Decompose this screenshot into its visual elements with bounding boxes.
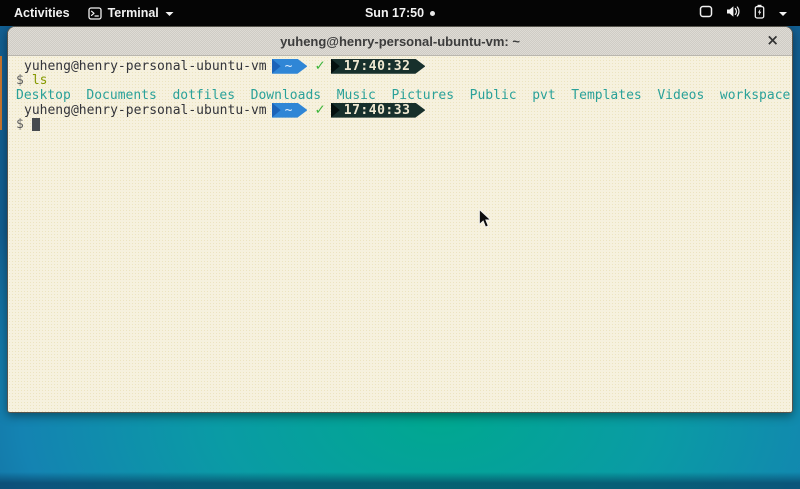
status-ok-check-icon: ✓ <box>314 58 325 74</box>
prompt-cwd-segment: ~ <box>272 59 308 74</box>
window-title: yuheng@henry-personal-ubuntu-vm: ~ <box>280 34 520 49</box>
powerline-chevron-icon <box>331 103 340 118</box>
directory-name: Templates <box>571 88 641 103</box>
directory-name: Music <box>337 88 376 103</box>
prompt-cwd: ~ <box>285 59 295 74</box>
terminal-screen[interactable]: yuheng@henry-personal-ubuntu-vm ~ ✓ 17:40:3… <box>8 56 792 412</box>
app-menu-label: Terminal <box>108 6 159 20</box>
chevron-down-icon <box>778 6 788 20</box>
prompt-dollar: $ <box>16 117 24 132</box>
directory-name: workspace <box>720 88 790 103</box>
terminal-window: yuheng@henry-personal-ubuntu-vm: ~ × yuh… <box>7 26 793 413</box>
prompt-dollar: $ <box>16 73 24 88</box>
app-menu-terminal[interactable]: Terminal <box>88 6 174 20</box>
prompt-time-segment: 17:40:33 <box>331 103 426 118</box>
prompt-cwd-segment: ~ <box>272 103 308 118</box>
activities-button[interactable]: Activities <box>14 6 70 20</box>
directory-name: Downloads <box>251 88 321 103</box>
close-icon[interactable]: × <box>766 33 779 48</box>
prompt-cwd: ~ <box>285 103 295 118</box>
chevron-down-icon <box>165 6 174 20</box>
powerline-chevron-icon <box>272 103 281 118</box>
prompt-user-host: yuheng@henry-personal-ubuntu-vm <box>16 59 267 74</box>
typed-command: ls <box>24 73 48 88</box>
prompt-time: 17:40:32 <box>344 59 413 74</box>
directory-name: Pictures <box>391 88 454 103</box>
prompt-line: yuheng@henry-personal-ubuntu-vm ~ ✓ 17:40:3… <box>16 103 792 118</box>
mouse-pointer-icon <box>478 209 492 234</box>
display-icon <box>699 5 713 21</box>
clock[interactable]: Sun 17:50 <box>365 6 424 20</box>
volume-icon <box>726 5 741 21</box>
command-line: $ls <box>16 74 792 89</box>
window-titlebar[interactable]: yuheng@henry-personal-ubuntu-vm: ~ × <box>8 27 792 56</box>
directory-name: Desktop <box>16 88 71 103</box>
directory-name: pvt <box>532 88 555 103</box>
terminal-app-icon <box>88 7 102 20</box>
directory-name: Public <box>470 88 517 103</box>
directory-name: Documents <box>86 88 156 103</box>
wallpaper-accent <box>0 56 2 130</box>
powerline-chevron-icon <box>331 59 340 74</box>
prompt-time-segment: 17:40:32 <box>331 59 426 74</box>
prompt-line: yuheng@henry-personal-ubuntu-vm ~ ✓ 17:40:3… <box>16 59 792 74</box>
system-status-area[interactable] <box>699 4 800 22</box>
ls-output-line: Desktop Documents dotfiles Downloads Mus… <box>16 88 792 103</box>
terminal-cursor <box>32 118 40 131</box>
powerline-chevron-icon <box>272 59 281 74</box>
directory-name: dotfiles <box>172 88 235 103</box>
prompt-user-host: yuheng@henry-personal-ubuntu-vm <box>16 103 267 118</box>
battery-charging-icon <box>754 4 765 22</box>
input-line[interactable]: $ <box>16 117 792 132</box>
status-ok-check-icon: ✓ <box>314 102 325 118</box>
directory-name: Videos <box>657 88 704 103</box>
prompt-time: 17:40:33 <box>344 103 413 118</box>
gnome-top-bar: Activities Terminal Sun 17:50 <box>0 0 800 26</box>
notification-dot-icon <box>430 11 435 16</box>
